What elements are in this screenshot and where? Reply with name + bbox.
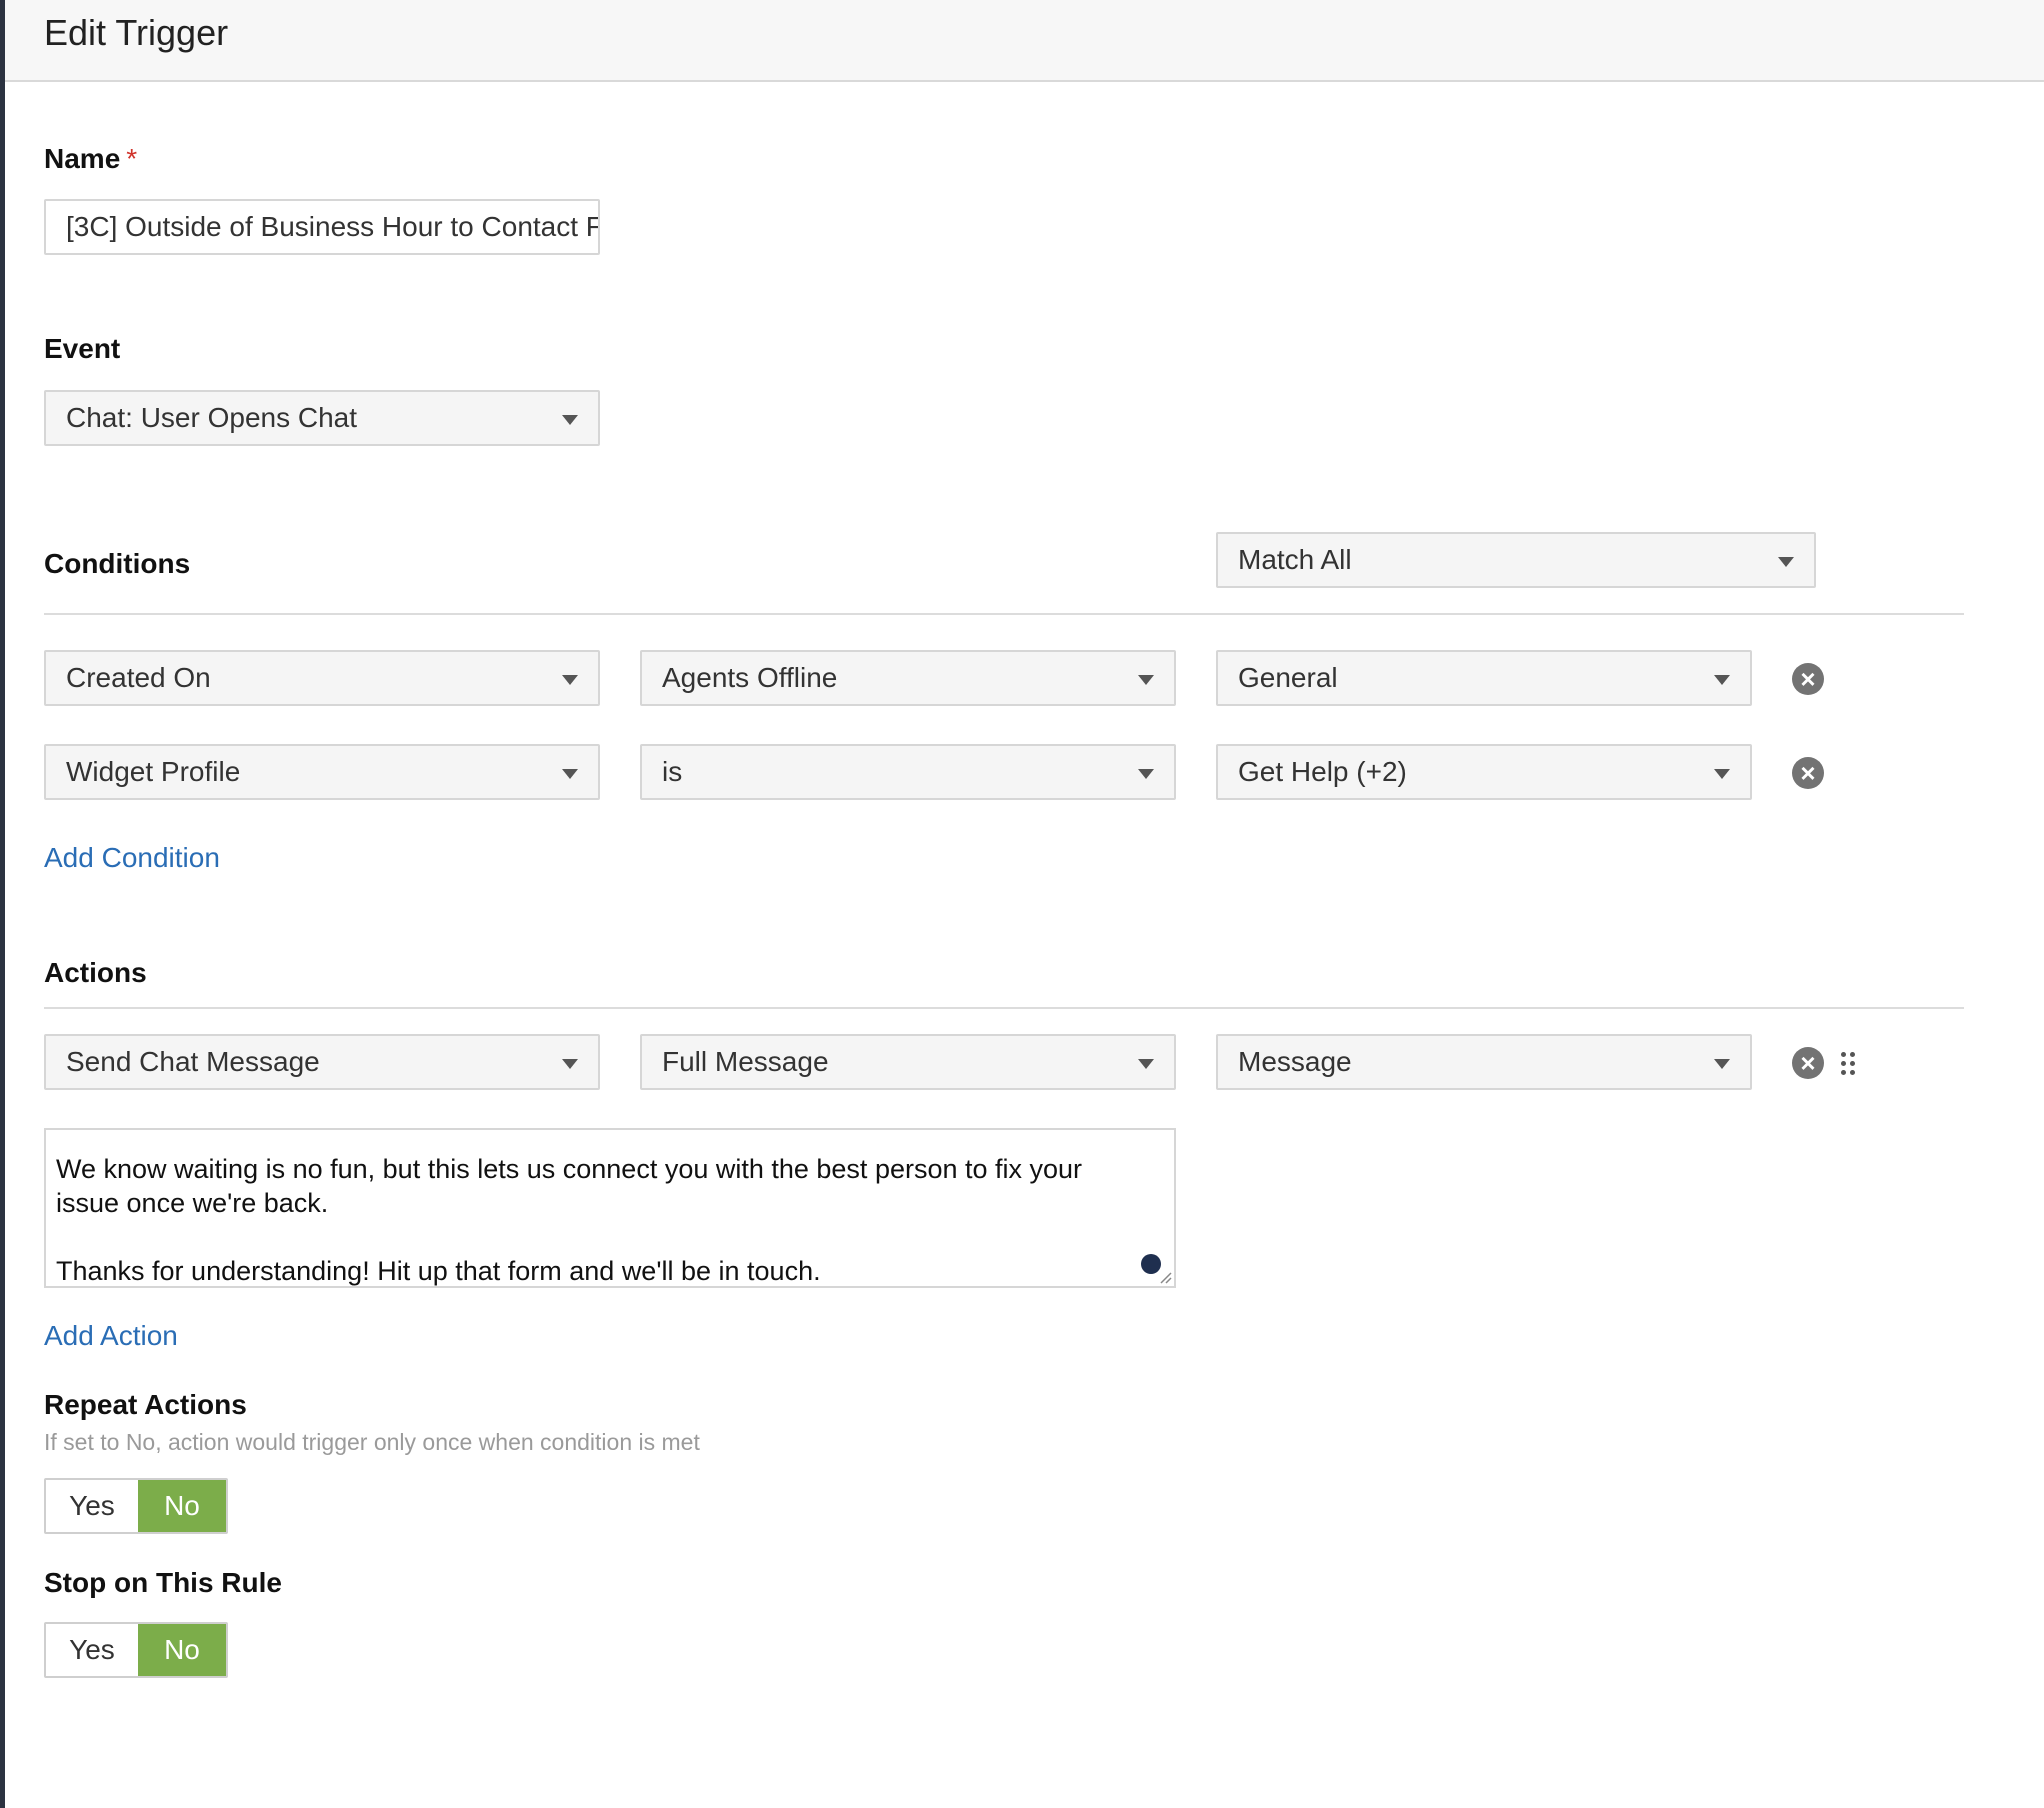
caret-down-icon	[1138, 1059, 1154, 1069]
caret-down-icon	[1714, 675, 1730, 685]
name-input-value: [3C] Outside of Business Hour to Contact…	[66, 211, 600, 242]
name-input[interactable]: [3C] Outside of Business Hour to Contact…	[44, 199, 600, 255]
remove-action-1-icon[interactable]: ×	[1792, 1047, 1824, 1079]
remove-condition-1-icon[interactable]: ×	[1792, 663, 1824, 695]
actions-divider	[44, 1007, 1964, 1009]
message-line-3: Thanks for understanding! Hit up that fo…	[56, 1256, 821, 1286]
grammar-assistant-icon[interactable]	[1141, 1254, 1161, 1274]
resize-grip-icon[interactable]	[1160, 1272, 1172, 1284]
message-textarea[interactable]: We know waiting is no fun, but this lets…	[44, 1128, 1176, 1288]
drag-handle-icon[interactable]	[1841, 1052, 1857, 1076]
caret-down-icon	[562, 675, 578, 685]
repeat-actions-toggle: Yes No	[44, 1478, 228, 1534]
condition-2-operator-select[interactable]: is	[640, 744, 1176, 800]
caret-down-icon	[562, 1059, 578, 1069]
conditions-divider	[44, 613, 1964, 615]
required-asterisk: *	[126, 143, 138, 174]
caret-down-icon	[1138, 769, 1154, 779]
action-1-type-select[interactable]: Send Chat Message	[44, 1034, 600, 1090]
caret-down-icon	[1138, 675, 1154, 685]
name-label: Name *	[44, 143, 137, 175]
condition-1-field-value: Created On	[66, 662, 211, 693]
caret-down-icon	[1714, 769, 1730, 779]
condition-1-value-text: General	[1238, 662, 1338, 693]
action-1-type-value: Send Chat Message	[66, 1046, 320, 1077]
conditions-label: Conditions	[44, 548, 191, 579]
left-edge-strip	[0, 0, 5, 1808]
caret-down-icon	[562, 415, 578, 425]
action-1-format-value: Full Message	[662, 1046, 829, 1077]
caret-down-icon	[562, 769, 578, 779]
condition-1-value-select[interactable]: General	[1216, 650, 1752, 706]
match-select[interactable]: Match All	[1216, 532, 1816, 588]
page-header: Edit Trigger	[5, 0, 2044, 82]
repeat-actions-no-button[interactable]: No	[137, 1480, 226, 1532]
stop-rule-no-button[interactable]: No	[137, 1624, 226, 1676]
action-1-target-select[interactable]: Message	[1216, 1034, 1752, 1090]
stop-rule-label: Stop on This Rule	[44, 1567, 282, 1598]
condition-1-operator-value: Agents Offline	[662, 662, 838, 693]
add-condition-link[interactable]: Add Condition	[44, 842, 220, 874]
actions-label: Actions	[44, 957, 147, 988]
repeat-actions-hint: If set to No, action would trigger only …	[44, 1429, 700, 1455]
stop-rule-toggle: Yes No	[44, 1622, 228, 1678]
page-title: Edit Trigger	[44, 12, 229, 53]
event-label: Event	[44, 333, 121, 364]
message-line-1: We know waiting is no fun, but this lets…	[56, 1154, 1083, 1184]
condition-2-value-select[interactable]: Get Help (+2)	[1216, 744, 1752, 800]
repeat-actions-yes-button[interactable]: Yes	[46, 1480, 138, 1532]
action-1-format-select[interactable]: Full Message	[640, 1034, 1176, 1090]
match-select-value: Match All	[1238, 544, 1352, 575]
condition-2-field-select[interactable]: Widget Profile	[44, 744, 600, 800]
repeat-actions-label: Repeat Actions	[44, 1389, 247, 1420]
condition-2-operator-value: is	[662, 756, 683, 787]
action-1-target-value: Message	[1238, 1046, 1352, 1077]
condition-2-value-text: Get Help (+2)	[1238, 756, 1407, 787]
message-line-2: issue once we're back.	[56, 1188, 329, 1218]
condition-2-field-value: Widget Profile	[66, 756, 241, 787]
remove-condition-2-icon[interactable]: ×	[1792, 757, 1824, 789]
caret-down-icon	[1778, 557, 1794, 567]
add-action-link[interactable]: Add Action	[44, 1320, 178, 1352]
name-label-text: Name	[44, 143, 121, 174]
condition-1-field-select[interactable]: Created On	[44, 650, 600, 706]
event-select-value: Chat: User Opens Chat	[66, 402, 358, 433]
caret-down-icon	[1714, 1059, 1730, 1069]
stop-rule-yes-button[interactable]: Yes	[46, 1624, 138, 1676]
condition-1-operator-select[interactable]: Agents Offline	[640, 650, 1176, 706]
event-select[interactable]: Chat: User Opens Chat	[44, 390, 600, 446]
